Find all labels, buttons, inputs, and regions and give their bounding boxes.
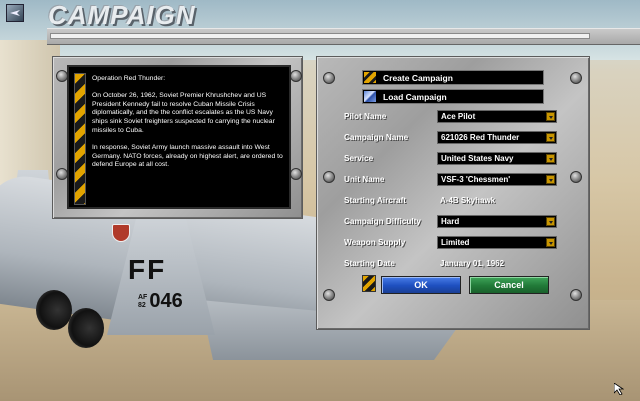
pilot-name-value: Ace Pilot: [441, 112, 476, 121]
service-value: United States Navy: [441, 154, 514, 163]
load-icon: [364, 91, 376, 102]
bolt-icon: [290, 70, 302, 82]
ok-button[interactable]: OK: [381, 276, 461, 294]
campaign-name-label: Campaign Name: [344, 133, 409, 142]
campaign-form-panel: Create Campaign Load Campaign Pilot Name…: [316, 56, 590, 330]
header-strip-inset: [50, 33, 590, 39]
unit-name-select[interactable]: VSF-3 'Chessmen': [437, 173, 557, 186]
campaign-difficulty-select[interactable]: Hard: [437, 215, 557, 228]
title-bar: CAMPAIGN: [0, 0, 640, 30]
pilot-name-field[interactable]: Ace Pilot: [437, 110, 557, 123]
chevron-down-icon[interactable]: [546, 175, 555, 184]
campaign-difficulty-label: Campaign Difficulty: [344, 217, 421, 226]
briefing-heading: Operation Red Thunder:: [92, 75, 166, 82]
briefing-paragraph: On October 26, 1962, Soviet Premier Khru…: [92, 91, 275, 134]
engine-nozzle-left: [36, 290, 72, 330]
load-campaign-label: Load Campaign: [383, 92, 447, 102]
create-campaign-button[interactable]: Create Campaign: [362, 70, 544, 85]
starting-date-label: Starting Date: [344, 259, 395, 268]
tail-code: FF: [128, 254, 167, 285]
service-label: Service: [344, 154, 374, 163]
starting-aircraft-value: A-4B Skyhawk: [440, 196, 496, 205]
unit-name-value: VSF-3 'Chessmen': [441, 175, 511, 184]
serial-prefix-top: AF: [138, 293, 148, 301]
pilot-name-label: Pilot Name: [344, 112, 387, 121]
serial-prefix-bottom: 82: [138, 301, 146, 309]
serial-number: 046: [149, 290, 183, 312]
bolt-icon: [323, 289, 335, 301]
campaign-name-value: 621026 Red Thunder: [441, 133, 520, 142]
weapon-supply-label: Weapon Supply: [344, 238, 406, 247]
briefing-text: Operation Red Thunder: On October 26, 19…: [92, 75, 288, 178]
bolt-icon: [323, 171, 335, 183]
briefing-screen: Operation Red Thunder: On October 26, 19…: [67, 65, 291, 209]
starting-date-value: January 01, 1962: [440, 259, 505, 268]
service-select[interactable]: United States Navy: [437, 152, 557, 165]
cancel-button[interactable]: Cancel: [469, 276, 549, 294]
bolt-icon: [290, 168, 302, 180]
unit-name-label: Unit Name: [344, 175, 385, 184]
weapon-supply-value: Limited: [441, 238, 470, 247]
bolt-icon: [570, 171, 582, 183]
page-title: CAMPAIGN: [48, 0, 196, 30]
chevron-down-icon[interactable]: [546, 154, 555, 163]
hazard-icon: [362, 275, 376, 292]
hazard-stripe: [74, 73, 86, 205]
bolt-icon: [570, 72, 582, 84]
starting-aircraft-label: Starting Aircraft: [344, 196, 407, 205]
campaign-name-field[interactable]: 621026 Red Thunder: [437, 131, 557, 144]
load-campaign-button[interactable]: Load Campaign: [362, 89, 544, 104]
chevron-down-icon[interactable]: [546, 217, 555, 226]
squadron-shield-icon: [112, 224, 130, 242]
chevron-down-icon[interactable]: [546, 133, 555, 142]
campaign-difficulty-value: Hard: [441, 217, 460, 226]
create-campaign-label: Create Campaign: [383, 73, 453, 83]
briefing-panel: Operation Red Thunder: On October 26, 19…: [52, 56, 303, 219]
chevron-down-icon[interactable]: [546, 238, 555, 247]
briefing-paragraph: In response, Soviet Army launch massive …: [92, 143, 283, 169]
aircraft-icon[interactable]: [6, 4, 24, 22]
mouse-cursor-icon: [614, 383, 624, 395]
weapon-supply-select[interactable]: Limited: [437, 236, 557, 249]
hazard-icon: [364, 72, 376, 83]
bolt-icon: [323, 72, 335, 84]
tail-serial: AF 82 046: [138, 290, 183, 313]
bolt-icon: [570, 289, 582, 301]
chevron-down-icon[interactable]: [546, 112, 555, 121]
engine-nozzle-right: [68, 308, 104, 348]
